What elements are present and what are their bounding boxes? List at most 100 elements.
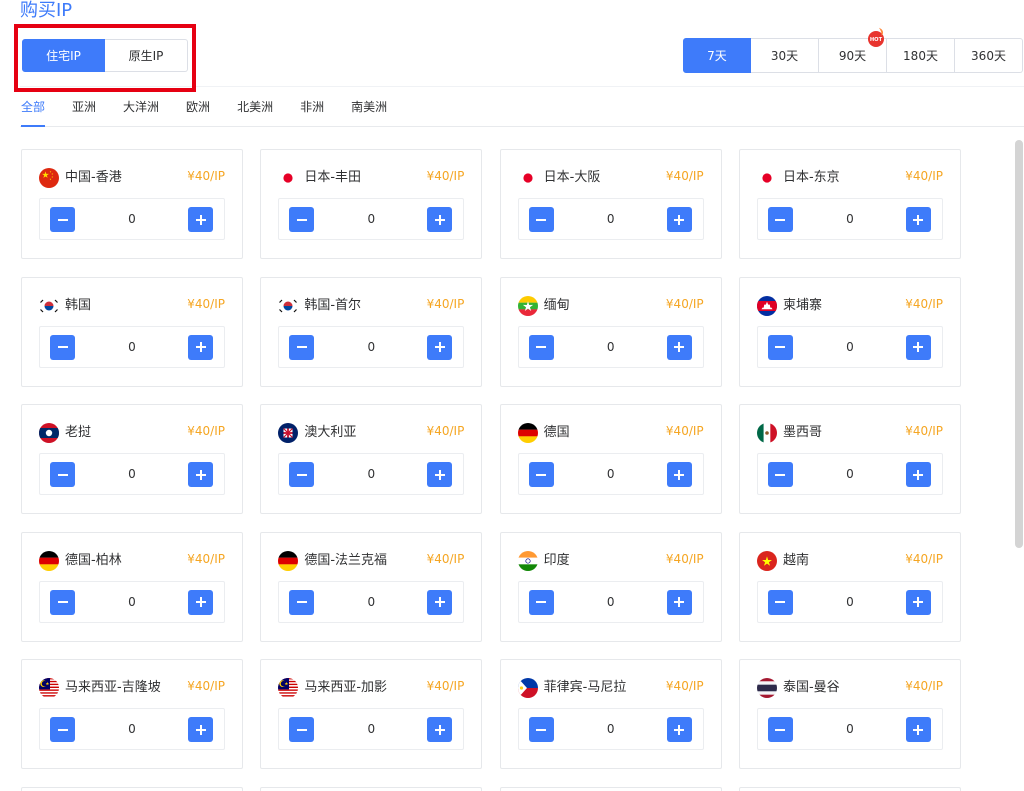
product-grid: 中国-香港 ¥40/IP 0 日本-丰田 ¥40/IP 0 日本-大阪 ¥40/IP 0 日本-东…: [21, 149, 961, 791]
duration-label: 360天: [971, 49, 1006, 63]
native-ip-button[interactable]: 原生IP: [105, 39, 188, 72]
quantity-value[interactable]: 0: [80, 582, 184, 622]
duration-360-days[interactable]: 360天: [955, 38, 1023, 73]
quantity-value[interactable]: 0: [319, 709, 423, 749]
region-name: 缅甸: [543, 297, 570, 313]
increase-button[interactable]: [188, 589, 213, 615]
quantity-value[interactable]: 0: [80, 709, 184, 749]
increase-button[interactable]: [666, 717, 692, 742]
quantity-value[interactable]: 0: [559, 199, 663, 239]
increase-button[interactable]: [905, 334, 931, 360]
flag-la-icon: [39, 423, 59, 443]
decrease-button[interactable]: [528, 462, 554, 487]
tab-south-america[interactable]: 南美洲: [351, 98, 387, 127]
flag-kr-icon: [39, 295, 59, 316]
decrease-button[interactable]: [50, 589, 75, 615]
tab-europe[interactable]: 欧洲: [186, 98, 210, 127]
decrease-button[interactable]: [528, 334, 554, 360]
minus-icon: [296, 342, 307, 352]
increase-button[interactable]: [666, 334, 692, 360]
region-price: ¥40/IP: [187, 296, 225, 311]
decrease-button[interactable]: [50, 207, 75, 232]
quantity-value[interactable]: 0: [798, 327, 902, 367]
increase-button[interactable]: [188, 207, 213, 232]
quantity-value[interactable]: 0: [798, 199, 902, 239]
increase-button[interactable]: [188, 717, 213, 742]
decrease-button[interactable]: [767, 334, 793, 360]
decrease-button[interactable]: [767, 589, 793, 615]
quantity-value[interactable]: 0: [559, 582, 663, 622]
page-title: 购买IP: [20, 0, 73, 21]
quantity-value[interactable]: 0: [80, 454, 184, 494]
decrease-button[interactable]: [289, 207, 315, 232]
quantity-stepper: 0: [517, 708, 704, 750]
increase-button[interactable]: [427, 462, 453, 487]
duration-30-days[interactable]: 30天: [751, 38, 819, 73]
increase-button[interactable]: [427, 334, 453, 360]
increase-button[interactable]: [666, 589, 692, 615]
increase-button[interactable]: [666, 207, 692, 232]
decrease-button[interactable]: [289, 334, 315, 360]
decrease-button[interactable]: [289, 462, 315, 487]
tab-africa[interactable]: 非洲: [300, 98, 324, 127]
minus-icon: [57, 725, 68, 735]
region-name: 老挝: [65, 425, 92, 440]
quantity-stepper: 0: [756, 198, 943, 240]
plus-icon: [674, 342, 685, 352]
tab-asia[interactable]: 亚洲: [72, 98, 96, 127]
quantity-value[interactable]: 0: [559, 327, 663, 367]
increase-button[interactable]: [666, 462, 692, 487]
region-price: ¥40/IP: [905, 424, 943, 438]
decrease-button[interactable]: [50, 717, 75, 742]
decrease-button[interactable]: [50, 334, 75, 360]
increase-button[interactable]: [427, 589, 453, 615]
increase-button[interactable]: [905, 207, 931, 232]
duration-180-days[interactable]: 180天: [887, 38, 955, 73]
increase-button[interactable]: [427, 717, 453, 742]
quantity-value[interactable]: 0: [798, 454, 902, 494]
duration-label: 30天: [770, 49, 799, 63]
increase-button[interactable]: [905, 717, 931, 742]
plus-icon: [674, 214, 685, 225]
quantity-stepper: 0: [278, 708, 465, 750]
quantity-value[interactable]: 0: [559, 709, 663, 749]
region-card: 马来西亚-加影 ¥40/IP 0: [260, 659, 483, 769]
quantity-value[interactable]: 0: [80, 199, 184, 239]
increase-button[interactable]: [188, 334, 213, 360]
quantity-value[interactable]: 0: [798, 709, 902, 749]
decrease-button[interactable]: [289, 589, 315, 615]
quantity-value[interactable]: 0: [319, 454, 423, 494]
quantity-value[interactable]: 0: [80, 327, 184, 367]
increase-button[interactable]: [427, 207, 453, 232]
quantity-value[interactable]: 0: [559, 454, 663, 494]
decrease-button[interactable]: [767, 462, 793, 487]
increase-button[interactable]: [905, 589, 931, 615]
region-card: 菲律宾-马尼拉 ¥40/IP 0: [499, 659, 722, 769]
decrease-button[interactable]: [528, 207, 554, 232]
decrease-button[interactable]: [528, 589, 554, 615]
plus-icon: [913, 214, 924, 225]
quantity-value[interactable]: 0: [319, 199, 423, 239]
increase-button[interactable]: [905, 462, 931, 487]
decrease-button[interactable]: [289, 717, 315, 742]
tab-all[interactable]: 全部: [21, 98, 46, 127]
duration-label: 7天: [707, 49, 727, 63]
scrollbar-thumb[interactable]: [1015, 140, 1023, 548]
duration-7-days[interactable]: 7天: [683, 38, 751, 73]
minus-icon: [536, 597, 547, 607]
increase-button[interactable]: [188, 462, 213, 487]
decrease-button[interactable]: [767, 207, 793, 232]
quantity-value[interactable]: 0: [319, 327, 423, 367]
decrease-button[interactable]: [50, 462, 75, 487]
region-name: 日本-东京: [782, 170, 840, 185]
residential-ip-button[interactable]: 住宅IP: [22, 39, 105, 72]
quantity-value[interactable]: 0: [319, 582, 423, 622]
decrease-button[interactable]: [767, 717, 793, 742]
quantity-value[interactable]: 0: [798, 582, 902, 622]
region-name: 柬埔寨: [782, 297, 822, 313]
duration-90-days[interactable]: 90天 HOT: [819, 27, 887, 73]
decrease-button[interactable]: [528, 717, 554, 742]
tab-north-america[interactable]: 北美洲: [237, 98, 273, 127]
tab-oceania[interactable]: 大洋洲: [123, 98, 159, 127]
plus-icon: [195, 597, 206, 607]
